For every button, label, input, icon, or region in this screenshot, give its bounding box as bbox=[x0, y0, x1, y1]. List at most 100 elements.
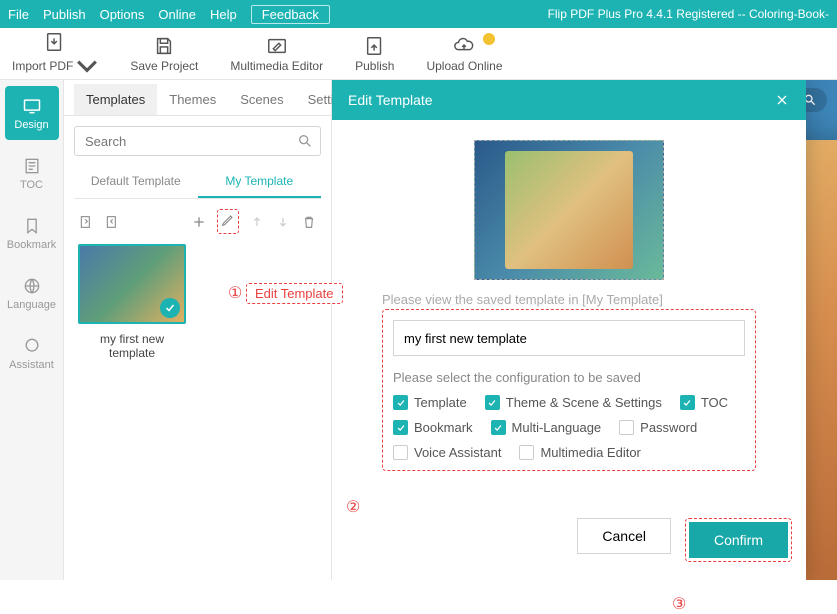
panel: Templates Themes Scenes Settings Default… bbox=[64, 80, 332, 580]
modal-preview bbox=[474, 140, 664, 280]
canvas: Flip Builder Edit Template Please view t… bbox=[332, 80, 837, 580]
leftbar-language[interactable]: Language bbox=[5, 266, 59, 320]
modal-footer: Cancel Confirm bbox=[332, 508, 806, 580]
tab-templates[interactable]: Templates bbox=[74, 84, 157, 115]
subtab-mytemplate[interactable]: My Template bbox=[198, 166, 322, 198]
leftbar-toc-label: TOC bbox=[20, 179, 43, 191]
save-project-label: Save Project bbox=[130, 59, 198, 73]
add-icon[interactable] bbox=[191, 214, 207, 230]
checkbox-icon bbox=[393, 395, 408, 410]
checkbox-icon bbox=[491, 420, 506, 435]
bookmark-icon bbox=[22, 216, 42, 236]
check-voice-assistant[interactable]: Voice Assistant bbox=[393, 445, 501, 460]
callout-1: ① Edit Template bbox=[228, 283, 343, 303]
multimedia-editor-button[interactable]: Multimedia Editor bbox=[230, 35, 323, 73]
selected-check-icon bbox=[160, 298, 180, 318]
checkbox-icon bbox=[393, 445, 408, 460]
subtab-default[interactable]: Default Template bbox=[74, 166, 198, 198]
check-bookmark[interactable]: Bookmark bbox=[393, 420, 473, 435]
template-actions bbox=[64, 199, 331, 244]
monitor-icon bbox=[22, 96, 42, 116]
export-icon[interactable] bbox=[78, 214, 94, 230]
cancel-button[interactable]: Cancel bbox=[577, 518, 671, 554]
feedback-button[interactable]: Feedback bbox=[251, 5, 330, 24]
save-icon bbox=[153, 35, 175, 57]
check-theme-scene-settings[interactable]: Theme & Scene & Settings bbox=[485, 395, 662, 410]
import-pdf-button[interactable]: Import PDF bbox=[12, 31, 98, 77]
check-label: Multi-Language bbox=[512, 420, 602, 435]
template-thumb-label: my first new template bbox=[78, 332, 186, 360]
up-icon[interactable] bbox=[249, 214, 265, 230]
leftbar-design-label: Design bbox=[14, 119, 48, 131]
check-label: TOC bbox=[701, 395, 728, 410]
confirm-button[interactable]: Confirm bbox=[689, 522, 788, 558]
upload-online-label: Upload Online bbox=[426, 59, 502, 73]
leftbar-assistant[interactable]: Assistant bbox=[5, 326, 59, 380]
publish-icon bbox=[364, 35, 386, 57]
save-project-button[interactable]: Save Project bbox=[130, 35, 198, 73]
leftbar-bookmark-label: Bookmark bbox=[7, 239, 57, 251]
import-pdf-label: Import PDF bbox=[12, 59, 73, 73]
toc-icon bbox=[22, 156, 42, 176]
down-icon[interactable] bbox=[275, 214, 291, 230]
menu-help[interactable]: Help bbox=[210, 7, 237, 22]
leftbar: Design TOC Bookmark Language Assistant bbox=[0, 80, 64, 580]
leftbar-language-label: Language bbox=[7, 299, 56, 311]
multimedia-editor-label: Multimedia Editor bbox=[230, 59, 323, 73]
menu-options[interactable]: Options bbox=[100, 7, 145, 22]
globe-icon bbox=[22, 276, 42, 296]
config-checks: Template Theme & Scene & Settings TOC Bookm… bbox=[393, 395, 745, 460]
check-label: Template bbox=[414, 395, 467, 410]
check-label: Voice Assistant bbox=[414, 445, 501, 460]
leftbar-design[interactable]: Design bbox=[5, 86, 59, 140]
menu-publish[interactable]: Publish bbox=[43, 7, 86, 22]
search-input[interactable] bbox=[74, 126, 321, 156]
edit-template-highlight bbox=[217, 209, 239, 234]
leftbar-toc[interactable]: TOC bbox=[5, 146, 59, 200]
tabs: Templates Themes Scenes Settings bbox=[64, 80, 331, 116]
trash-icon[interactable] bbox=[301, 214, 317, 230]
config-title: Please select the configuration to be sa… bbox=[393, 370, 745, 385]
template-thumb[interactable]: my first new template bbox=[78, 244, 186, 360]
import-template-icon[interactable] bbox=[104, 214, 120, 230]
check-password[interactable]: Password bbox=[619, 420, 697, 435]
callout-box-3: Confirm bbox=[685, 518, 792, 562]
check-label: Password bbox=[640, 420, 697, 435]
publish-button[interactable]: Publish bbox=[355, 35, 394, 73]
checkbox-icon bbox=[393, 420, 408, 435]
check-template[interactable]: Template bbox=[393, 395, 467, 410]
edit-template-modal: Edit Template Please view the saved temp… bbox=[332, 80, 806, 580]
pencil-icon[interactable] bbox=[220, 212, 236, 228]
subtabs: Default Template My Template bbox=[74, 166, 321, 199]
checkbox-icon bbox=[680, 395, 695, 410]
tab-scenes[interactable]: Scenes bbox=[228, 84, 295, 115]
window-title: Flip PDF Plus Pro 4.4.1 Registered -- Co… bbox=[548, 7, 829, 21]
edit-icon bbox=[266, 35, 288, 57]
search-icon bbox=[297, 133, 313, 149]
leftbar-assistant-label: Assistant bbox=[9, 359, 54, 371]
close-icon[interactable] bbox=[774, 92, 790, 108]
modal-header: Edit Template bbox=[332, 80, 806, 120]
checkbox-icon bbox=[619, 420, 634, 435]
check-label: Multimedia Editor bbox=[540, 445, 640, 460]
menubar: File Publish Options Online Help Feedbac… bbox=[0, 0, 837, 28]
checkbox-icon bbox=[519, 445, 534, 460]
chat-icon bbox=[22, 336, 42, 356]
template-name-input[interactable] bbox=[393, 320, 745, 356]
template-thumb-image bbox=[78, 244, 186, 324]
leftbar-bookmark[interactable]: Bookmark bbox=[5, 206, 59, 260]
tab-themes[interactable]: Themes bbox=[157, 84, 228, 115]
search-wrap bbox=[74, 126, 321, 156]
publish-label: Publish bbox=[355, 59, 394, 73]
menu-online[interactable]: Online bbox=[158, 7, 196, 22]
upload-online-button[interactable]: Upload Online bbox=[426, 35, 502, 73]
checkbox-icon bbox=[485, 395, 500, 410]
modal-title: Edit Template bbox=[348, 92, 433, 108]
check-multimedia-editor[interactable]: Multimedia Editor bbox=[519, 445, 640, 460]
check-multi-language[interactable]: Multi-Language bbox=[491, 420, 602, 435]
cloud-icon bbox=[453, 35, 475, 57]
menu-file[interactable]: File bbox=[8, 7, 29, 22]
callout-1-num: ① bbox=[228, 285, 242, 302]
caret-down-icon bbox=[76, 55, 98, 77]
check-toc[interactable]: TOC bbox=[680, 395, 728, 410]
